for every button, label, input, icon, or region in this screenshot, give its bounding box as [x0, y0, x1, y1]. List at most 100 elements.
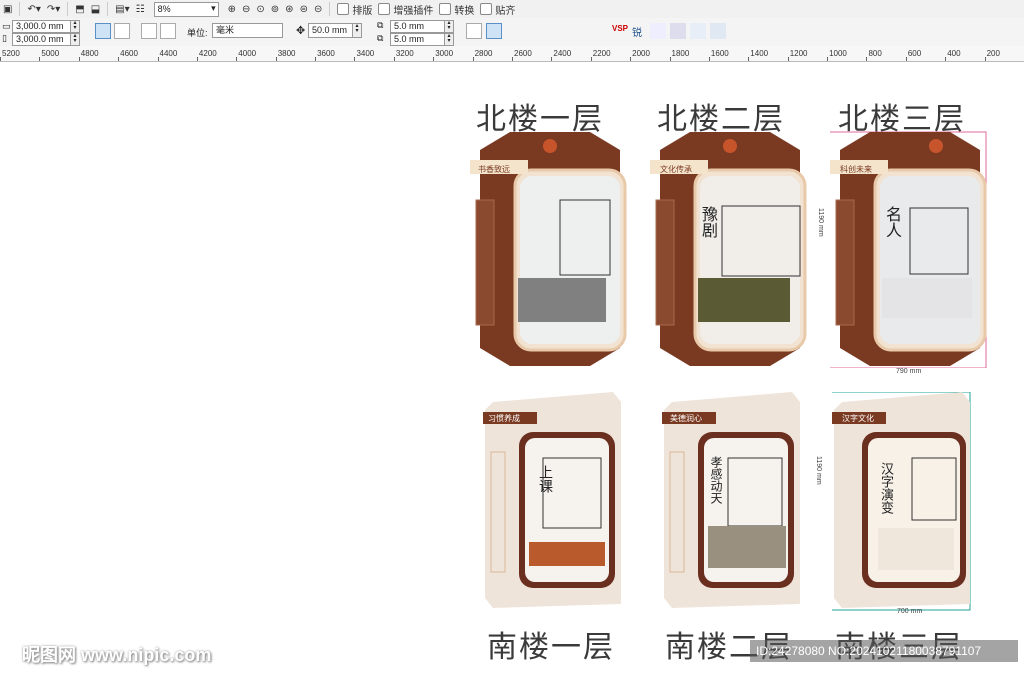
- ruler-tick: [354, 57, 356, 61]
- nudge-icon: ✥: [296, 25, 306, 37]
- art-north3: 名人: [883, 206, 902, 238]
- tag-south1: 习惯养成: [488, 414, 520, 423]
- property-bar: ▭ 3,000.0 mm ▴ ▾ ▯ 3,000.0 mm ▴ ▾ 单位: 毫米 ✥…: [0, 18, 1024, 47]
- unit-select[interactable]: 毫米: [212, 23, 283, 38]
- all-pages-button[interactable]: [141, 23, 157, 39]
- dup-x-input[interactable]: 5.0 mm: [390, 20, 445, 33]
- dup-y-input[interactable]: 5.0 mm: [390, 33, 445, 46]
- export-icon[interactable]: ⬓: [88, 1, 103, 17]
- ruler-tick: [196, 57, 198, 61]
- ruler-tick-label: 1200: [789, 49, 808, 58]
- ruler-tick-label: 4800: [80, 49, 99, 58]
- tag-north2: 文化传承: [660, 165, 692, 174]
- ruler-tick-label: 3600: [317, 49, 335, 58]
- dup-y-spinner[interactable]: ▴ ▾: [444, 33, 454, 46]
- convert-button[interactable]: 转换: [436, 1, 477, 17]
- ruler-tick: [905, 57, 907, 61]
- ruler-tick-label: 600: [907, 49, 922, 58]
- current-page-button[interactable]: [160, 23, 176, 39]
- height-spinner[interactable]: ▴ ▾: [70, 33, 80, 46]
- zoom-select[interactable]: 8%: [153, 1, 219, 17]
- ruler-tick: [393, 57, 395, 61]
- paste-icon[interactable]: ▣: [0, 1, 15, 17]
- layout-button[interactable]: 排版: [334, 1, 375, 17]
- nudge-input[interactable]: 50.0 mm: [308, 23, 353, 38]
- zoom-height-icon[interactable]: ⊝: [311, 1, 325, 17]
- ruler-tick-label: 2800: [474, 49, 493, 58]
- ruler-tick: [78, 57, 80, 61]
- width-spinner[interactable]: ▴ ▾: [70, 20, 80, 33]
- ruler-tick: [748, 57, 750, 61]
- zoom-in-icon[interactable]: ⊕: [225, 1, 239, 17]
- tag-south2: 美德润心: [670, 414, 702, 423]
- ruler-tick-label: 1000: [829, 49, 847, 58]
- ruler-tick: [630, 57, 632, 61]
- height-icon: ▯: [2, 33, 7, 43]
- redo-icon[interactable]: ↷▾: [44, 1, 63, 17]
- publish-icon[interactable]: ▤▾: [112, 1, 132, 17]
- image-id-bar: ID:24278080 NO:20241021180038791107: [750, 640, 1018, 662]
- ruler-tick: [827, 57, 829, 61]
- ruler-tick-label: 3800: [277, 49, 296, 58]
- ruler-tick-label: 1600: [710, 49, 729, 58]
- ruler-tick-label: 4400: [159, 49, 178, 58]
- site-watermark: 昵图网 www.nipic.com: [22, 645, 212, 665]
- ruler-tick-label: 4200: [198, 49, 217, 58]
- ruler-tick: [590, 57, 592, 61]
- import-icon[interactable]: ⬒: [72, 1, 87, 17]
- zoom-width-icon[interactable]: ⊜: [297, 1, 311, 17]
- ruler-tick-label: 4000: [238, 49, 257, 58]
- portrait-button[interactable]: [95, 23, 111, 39]
- height-input[interactable]: 3,000.0 mm: [12, 33, 71, 46]
- snap-objects-button[interactable]: [486, 23, 502, 39]
- zoom-all-icon[interactable]: ⊚: [268, 1, 282, 17]
- zoom-page-icon[interactable]: ⊛: [282, 1, 296, 17]
- tools-button[interactable]: [710, 23, 726, 39]
- corel-button[interactable]: [690, 23, 706, 39]
- ruler-tick-label: 1800: [671, 49, 690, 58]
- ruler-tick-label: 5200: [2, 49, 20, 58]
- nudge-spinner[interactable]: ▴ ▾: [352, 23, 362, 38]
- board-south3[interactable]: [832, 392, 972, 612]
- board-south1[interactable]: [483, 392, 623, 612]
- ruler-tick-label: 5000: [41, 49, 60, 58]
- dim-south3-height: 1190 mm: [815, 456, 822, 485]
- plugin-icon: [378, 3, 391, 15]
- undo-icon[interactable]: ↶▾: [24, 1, 43, 17]
- ruler-tick-label: 800: [868, 49, 882, 58]
- plugin-button[interactable]: 增强插件: [375, 1, 436, 17]
- ruler-tick: [39, 57, 41, 61]
- dim-north3-width: 790 mm: [896, 368, 922, 375]
- landscape-button[interactable]: [114, 23, 130, 39]
- options-icon[interactable]: ☷: [133, 1, 148, 17]
- ruler-tick-label: 2400: [553, 49, 572, 58]
- convert2-button[interactable]: 锐: [632, 24, 642, 39]
- ruler-tick: [275, 57, 277, 61]
- art-south2: 孝感动天: [709, 456, 723, 504]
- ruler-tick-label: 400: [947, 49, 961, 58]
- zoom-out-icon[interactable]: ⊖: [239, 1, 253, 17]
- ruler-tick: [984, 57, 986, 61]
- width-input[interactable]: 3,000.0 mm: [12, 20, 71, 33]
- qrcode-button[interactable]: [670, 23, 686, 39]
- ruler-tick: [866, 57, 868, 61]
- art-north2: 豫剧: [699, 206, 718, 238]
- tag-north3: 科创未来: [840, 165, 872, 174]
- width-icon: ▭: [2, 21, 11, 31]
- board-south2[interactable]: [662, 392, 802, 612]
- snap-button[interactable]: 贴齐: [477, 1, 518, 17]
- vsp-button[interactable]: VSP: [612, 24, 628, 33]
- ruler-tick-label: 3400: [356, 49, 375, 58]
- main-toolbar: ▣ ↶▾ ↷▾ ⬒ ⬓ ▤▾ ☷ 8% ⊕ ⊖ ⊙ ⊚ ⊛ ⊜ ⊝ 排版 增强插…: [0, 0, 1024, 19]
- zoom-selection-icon[interactable]: ⊙: [253, 1, 267, 17]
- ruler-tick-label: 3200: [395, 49, 414, 58]
- treat-as-filled-button[interactable]: [466, 23, 482, 39]
- ruler-tick-label: 2200: [592, 49, 611, 58]
- ruler-tick-label: 2600: [514, 49, 532, 58]
- tag-north1: 书香致远: [478, 165, 510, 174]
- ruler-tick-label: 200: [986, 49, 1000, 58]
- barcode-button[interactable]: [650, 23, 666, 39]
- dup-x-spinner[interactable]: ▴ ▾: [444, 20, 454, 33]
- horizontal-ruler[interactable]: 5200 5000 4800 4600 4400 4200 4000 3800 3600 3400…: [0, 46, 1024, 62]
- ruler-tick: [315, 57, 317, 61]
